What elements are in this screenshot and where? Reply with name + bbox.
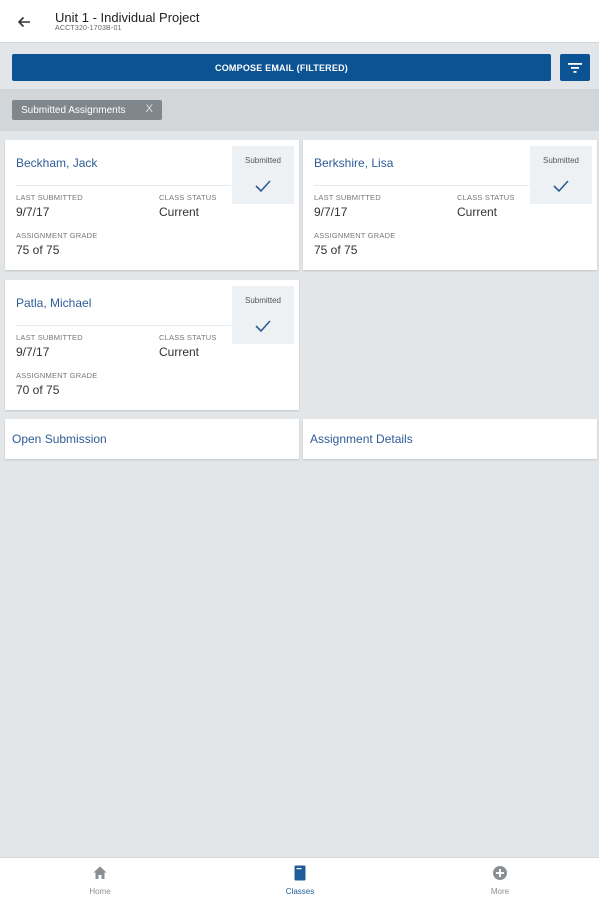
divider	[314, 185, 529, 186]
last-submitted-label: LAST SUBMITTED	[314, 193, 381, 202]
open-submission-card[interactable]: Open Submission	[5, 419, 299, 459]
student-name[interactable]: Patla, Michael	[16, 296, 91, 310]
student-name[interactable]: Beckham, Jack	[16, 156, 97, 170]
assignment-grade-label: ASSIGNMENT GRADE	[314, 231, 396, 240]
submitted-badge: Submitted	[232, 146, 294, 204]
submitted-badge: Submitted	[530, 146, 592, 204]
page-title: Unit 1 - Individual Project	[55, 10, 200, 25]
student-card[interactable]: Patla, Michael Submitted LAST SUBMITTED …	[5, 280, 299, 410]
assignment-details-link[interactable]: Assignment Details	[310, 432, 413, 446]
filter-chip-label: Submitted Assignments	[21, 104, 126, 116]
back-button[interactable]	[12, 10, 36, 34]
student-name[interactable]: Berkshire, Lisa	[314, 156, 393, 170]
nav-classes[interactable]: Classes	[240, 858, 360, 900]
divider	[16, 325, 231, 326]
active-filters-bar: Submitted Assignments X	[0, 89, 599, 131]
assignment-grade-label: ASSIGNMENT GRADE	[16, 371, 98, 380]
badge-label: Submitted	[542, 156, 580, 165]
check-icon	[255, 320, 271, 333]
student-card[interactable]: Berkshire, Lisa Submitted LAST SUBMITTED…	[303, 140, 597, 270]
assignment-grade-value: 75 of 75	[16, 243, 60, 257]
class-status-value: Current	[159, 205, 200, 219]
class-status-value: Current	[159, 345, 200, 359]
course-code: ACCT320-1703B-01	[55, 25, 122, 32]
app-header: Unit 1 - Individual Project ACCT320-1703…	[0, 0, 599, 43]
nav-home[interactable]: Home	[40, 858, 160, 900]
nav-classes-label: Classes	[285, 887, 315, 896]
home-icon	[93, 866, 107, 879]
badge-label: Submitted	[244, 296, 282, 305]
remove-filter-button[interactable]: X	[146, 103, 153, 115]
last-submitted-value: 9/7/17	[16, 205, 50, 219]
last-submitted-label: LAST SUBMITTED	[16, 333, 83, 342]
last-submitted-value: 9/7/17	[314, 205, 348, 219]
class-status-label: CLASS STATUS	[159, 333, 217, 342]
class-status-label: CLASS STATUS	[159, 193, 217, 202]
filter-icon	[568, 62, 582, 73]
last-submitted-value: 9/7/17	[16, 345, 50, 359]
nav-more[interactable]: More	[440, 858, 560, 900]
arrow-left-icon	[17, 16, 30, 28]
class-status-label: CLASS STATUS	[457, 193, 515, 202]
book-icon	[294, 865, 306, 881]
check-icon	[255, 180, 271, 193]
bottom-navigation: Home Classes More	[0, 857, 599, 900]
submitted-badge: Submitted	[232, 286, 294, 344]
filter-button[interactable]	[560, 54, 590, 81]
title-block: Unit 1 - Individual Project ACCT320-1703…	[55, 10, 200, 33]
nav-more-label: More	[490, 887, 510, 896]
assignment-grade-label: ASSIGNMENT GRADE	[16, 231, 98, 240]
filter-chip-submitted: Submitted Assignments X	[12, 100, 162, 120]
plus-circle-icon	[493, 866, 507, 880]
badge-label: Submitted	[244, 156, 282, 165]
class-status-value: Current	[457, 205, 498, 219]
nav-home-label: Home	[89, 887, 111, 896]
assignment-grade-value: 75 of 75	[314, 243, 358, 257]
compose-email-button[interactable]: COMPOSE EMAIL (FILTERED)	[12, 54, 551, 81]
last-submitted-label: LAST SUBMITTED	[16, 193, 83, 202]
assignment-details-card[interactable]: Assignment Details	[303, 419, 597, 459]
assignment-grade-value: 70 of 75	[16, 383, 60, 397]
check-icon	[553, 180, 569, 193]
divider	[16, 185, 231, 186]
student-card[interactable]: Beckham, Jack Submitted LAST SUBMITTED C…	[5, 140, 299, 270]
open-submission-link[interactable]: Open Submission	[12, 432, 107, 446]
